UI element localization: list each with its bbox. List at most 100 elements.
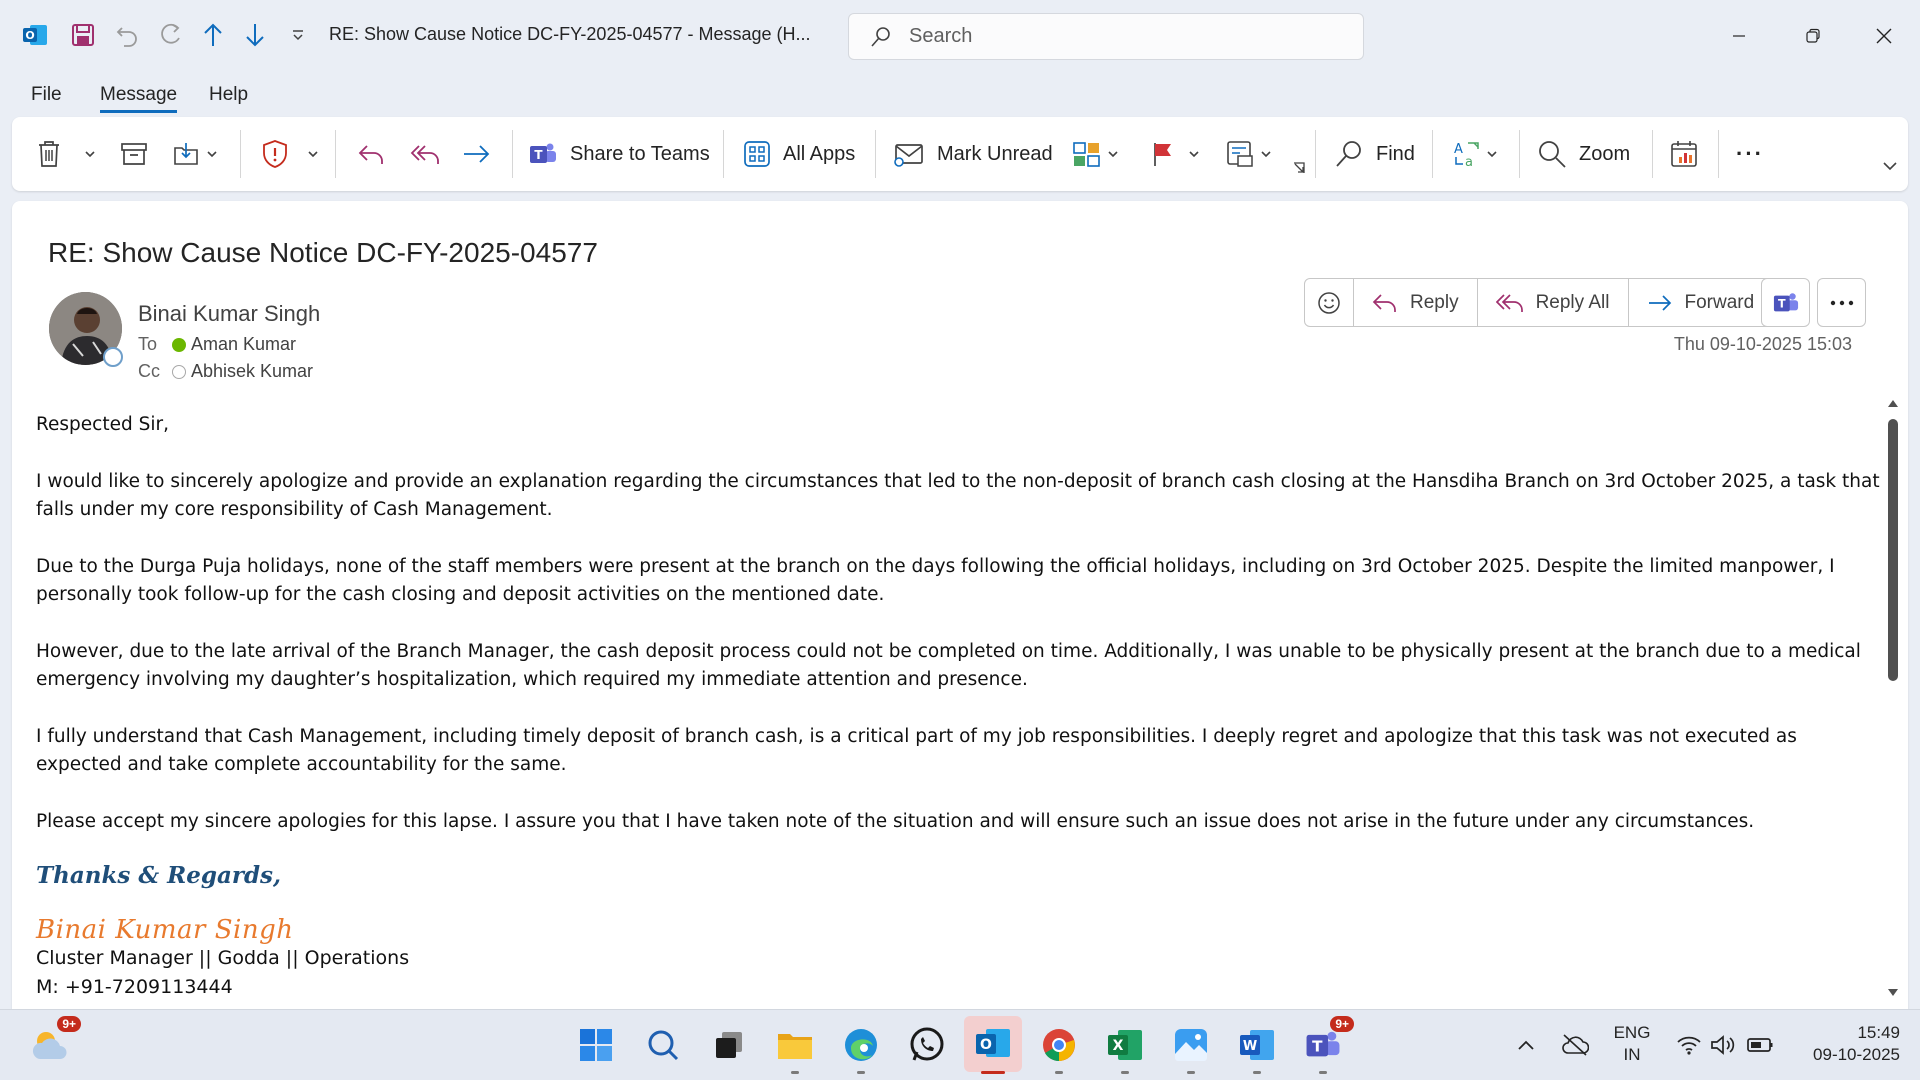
reply-all-ribbon-button[interactable]: [410, 135, 442, 173]
ribbon-divider: [335, 130, 336, 178]
forward-ribbon-button[interactable]: [462, 135, 492, 173]
start-button[interactable]: [573, 1022, 619, 1068]
restore-button[interactable]: [1793, 18, 1833, 54]
find-icon: [1336, 141, 1361, 167]
teams-chat-button[interactable]: T: [1761, 278, 1810, 327]
delete-dropdown[interactable]: [84, 135, 96, 173]
redo-icon[interactable]: [153, 18, 187, 52]
clock[interactable]: 15:49 09-10-2025: [1790, 1022, 1900, 1066]
save-icon[interactable]: [66, 18, 100, 52]
share-to-teams-label: Share to Teams: [570, 142, 710, 165]
task-view-button[interactable]: [706, 1022, 752, 1068]
find-button[interactable]: Find: [1334, 135, 1415, 173]
tags-dialog-launcher[interactable]: [1292, 161, 1306, 175]
reply-button[interactable]: Reply: [1354, 279, 1478, 326]
move-button[interactable]: [172, 135, 218, 173]
scroll-up-arrow-icon[interactable]: [1886, 397, 1900, 409]
chevron-down-icon: [308, 151, 318, 158]
menu-file[interactable]: File: [31, 84, 62, 106]
ribbon-divider: [512, 130, 513, 178]
clock-time: 15:49: [1857, 1023, 1900, 1042]
file-explorer-taskbar-icon[interactable]: [772, 1022, 818, 1074]
task-view-icon: [716, 1032, 742, 1058]
vertical-scrollbar[interactable]: [1886, 391, 1900, 1001]
shield-alert-icon: [263, 140, 287, 168]
whatsapp-icon: [910, 1027, 944, 1061]
menu-message[interactable]: Message: [100, 84, 178, 113]
running-indicator: [857, 1071, 865, 1074]
zoom-button[interactable]: Zoom: [1537, 135, 1630, 173]
edge-browser-icon: [845, 1029, 877, 1061]
menu-help[interactable]: Help: [209, 84, 248, 106]
undo-icon[interactable]: [110, 18, 144, 52]
next-item-icon[interactable]: [238, 18, 272, 52]
edge-taskbar-icon[interactable]: [838, 1022, 884, 1074]
input-language-indicator[interactable]: ENG IN: [1607, 1022, 1657, 1066]
chrome-icon: [1043, 1029, 1075, 1062]
search-input[interactable]: Search: [848, 13, 1364, 60]
zoom-label: Zoom: [1579, 142, 1631, 165]
more-actions-button[interactable]: [1817, 278, 1866, 327]
viva-insights-button[interactable]: [1669, 135, 1699, 173]
show-hidden-icons-button[interactable]: [1503, 1022, 1549, 1068]
chevron-down-icon: [1883, 162, 1897, 171]
reply-all-button[interactable]: Reply All: [1478, 279, 1629, 326]
battery-icon: [1747, 1038, 1773, 1052]
photos-taskbar-icon[interactable]: [1168, 1022, 1214, 1074]
rules-button[interactable]: [1225, 135, 1272, 173]
sender-name[interactable]: Binai Kumar Singh: [138, 301, 320, 327]
outlook-taskbar-icon[interactable]: O: [964, 1016, 1022, 1074]
excel-taskbar-icon[interactable]: X: [1102, 1022, 1148, 1074]
window-title: RE: Show Cause Notice DC-FY-2025-04577 -…: [329, 24, 811, 44]
chrome-taskbar-icon[interactable]: [1036, 1022, 1082, 1074]
apps-grid-icon: [744, 141, 770, 167]
taskbar-search-button[interactable]: [640, 1022, 686, 1068]
react-button[interactable]: [1305, 279, 1354, 326]
follow-up-button[interactable]: [1150, 135, 1200, 173]
word-taskbar-icon[interactable]: W: [1234, 1022, 1280, 1074]
forward-button[interactable]: Forward: [1629, 279, 1773, 326]
ribbon-expand-button[interactable]: [1882, 159, 1898, 173]
message-datetime: Thu 09-10-2025 15:03: [1673, 334, 1852, 354]
running-indicator: [1319, 1071, 1327, 1074]
whatsapp-taskbar-icon[interactable]: [904, 1022, 950, 1068]
scrollbar-thumb[interactable]: [1888, 419, 1898, 681]
chevron-down-icon: [1189, 151, 1199, 158]
body-paragraph: Due to the Durga Puja holidays, none of …: [36, 556, 1835, 605]
cc-recipient-name: Abhisek Kumar: [191, 361, 314, 381]
previous-item-icon[interactable]: [196, 18, 230, 52]
excel-icon: X: [1108, 1030, 1142, 1060]
all-apps-button[interactable]: All Apps: [743, 135, 855, 173]
report-button[interactable]: [261, 135, 319, 173]
battery-button[interactable]: [1737, 1022, 1783, 1068]
move-folder-icon: [174, 143, 198, 165]
categorize-button[interactable]: [1072, 135, 1119, 173]
more-commands-button[interactable]: ···: [1736, 135, 1764, 173]
region-code: IN: [1623, 1045, 1641, 1064]
wifi-icon: [1677, 1036, 1701, 1055]
archive-button[interactable]: [120, 135, 148, 173]
delete-button[interactable]: [36, 135, 62, 173]
translate-button[interactable]: Aa: [1452, 135, 1498, 173]
minimize-button[interactable]: [1719, 18, 1759, 54]
to-recipient[interactable]: Aman Kumar: [172, 334, 296, 355]
cloud-sync-status-button[interactable]: [1552, 1022, 1598, 1068]
share-to-teams-button[interactable]: T Share to Teams: [528, 135, 710, 173]
ribbon-toolbar: T Share to Teams All Apps Mark Unread Fi…: [12, 117, 1908, 191]
running-indicator: [1253, 1071, 1261, 1074]
customize-quick-access-icon[interactable]: [281, 18, 315, 52]
mark-unread-button[interactable]: Mark Unread: [893, 135, 1053, 173]
find-label: Find: [1376, 142, 1415, 165]
archive-icon: [121, 143, 147, 165]
svg-text:A: A: [1454, 142, 1463, 157]
teams-taskbar-icon[interactable]: T 9+: [1300, 1016, 1354, 1074]
scroll-down-arrow-icon[interactable]: [1886, 987, 1900, 999]
cc-recipient[interactable]: Abhisek Kumar: [172, 361, 313, 382]
chevron-down-icon: [207, 151, 217, 158]
reply-ribbon-button[interactable]: [357, 135, 387, 173]
message-subject: RE: Show Cause Notice DC-FY-2025-04577: [48, 237, 598, 268]
close-button[interactable]: [1864, 18, 1904, 54]
reading-pane: RE: Show Cause Notice DC-FY-2025-04577 B…: [12, 201, 1908, 1009]
weather-widget[interactable]: 9+: [27, 1016, 81, 1068]
reply-icon: [358, 145, 383, 164]
